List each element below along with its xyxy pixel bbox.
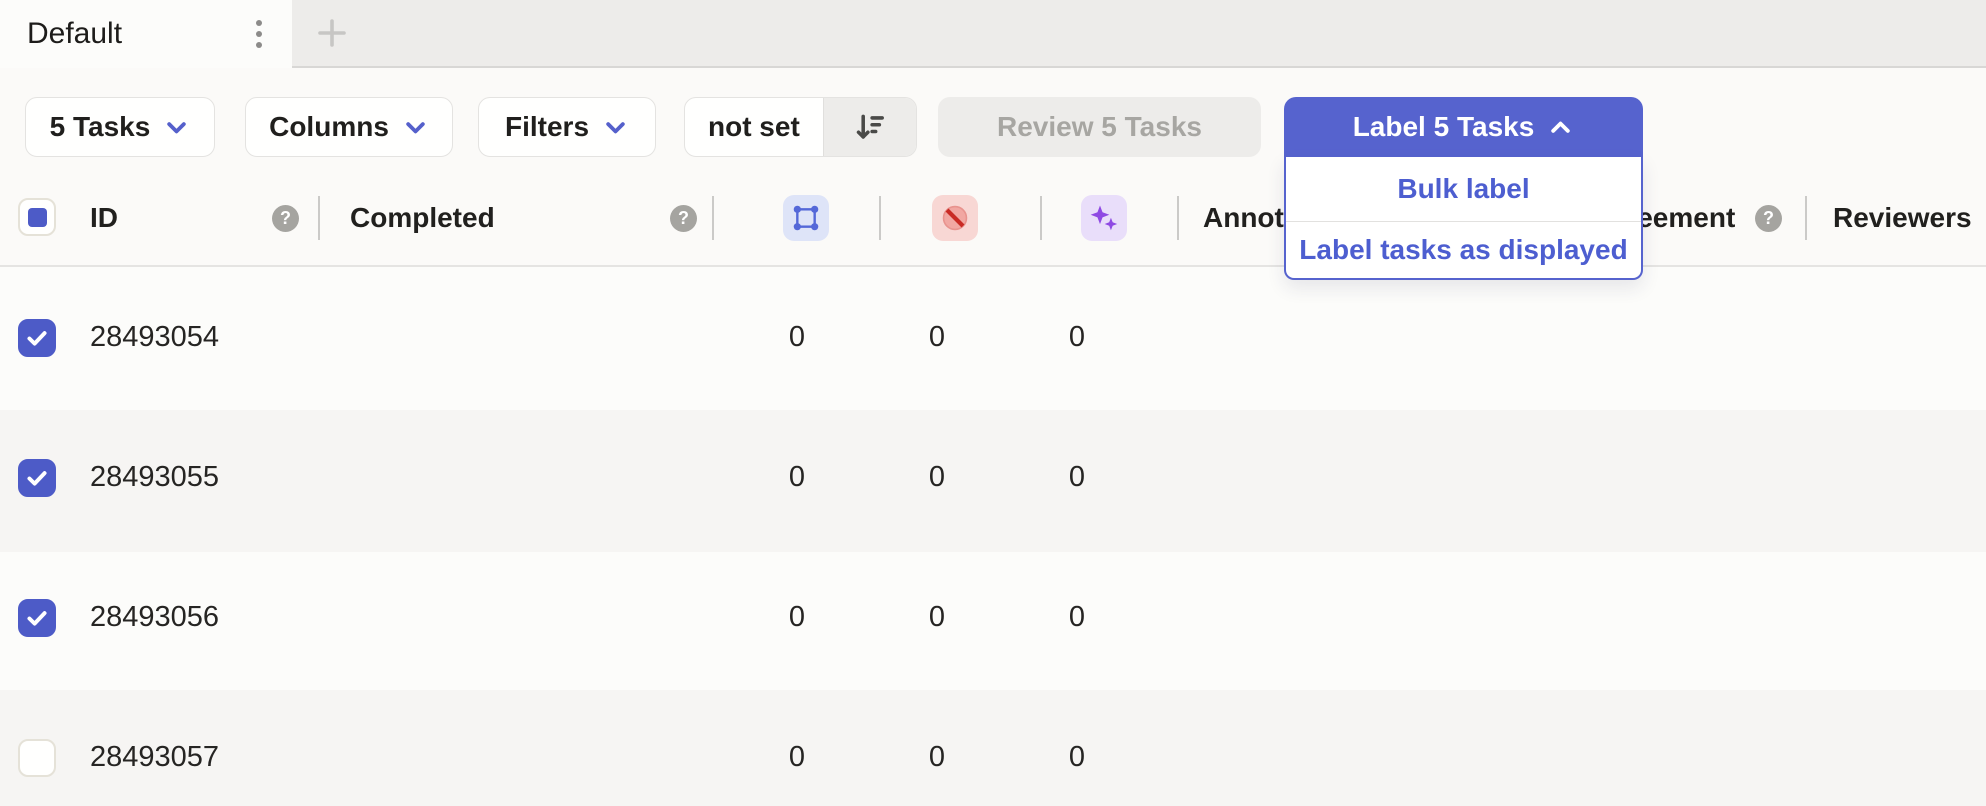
- tasks-count-dropdown[interactable]: 5 Tasks: [25, 97, 215, 157]
- column-divider: [1040, 196, 1042, 240]
- review-tasks-label: Review 5 Tasks: [997, 111, 1202, 143]
- task-id: 28493057: [90, 741, 219, 774]
- row-checkbox[interactable]: [18, 599, 56, 637]
- tab-default-label: Default: [27, 17, 122, 51]
- menu-item-bulk-label[interactable]: Bulk label: [1286, 157, 1641, 221]
- column-divider: [879, 196, 881, 240]
- select-all-checkbox[interactable]: [18, 198, 56, 236]
- review-tasks-button[interactable]: Review 5 Tasks: [938, 97, 1261, 157]
- tab-bar: Default: [0, 0, 1986, 68]
- plus-icon: [314, 15, 350, 51]
- table-row[interactable]: 28493056 0 0 0: [0, 552, 1986, 690]
- row-checkbox[interactable]: [18, 459, 56, 497]
- ordering-value-button[interactable]: not set: [685, 98, 823, 156]
- row-checkbox[interactable]: [18, 319, 56, 357]
- columns-label: Columns: [269, 111, 389, 143]
- chevron-up-icon: [1547, 114, 1574, 141]
- cancelled-count: 0: [897, 461, 977, 494]
- predictions-count: 0: [1037, 741, 1117, 774]
- cancelled-count: 0: [897, 321, 977, 354]
- sort-descending-icon: [853, 110, 887, 144]
- table-row[interactable]: 28493055 0 0 0: [0, 410, 1986, 552]
- annotations-count: 0: [757, 321, 837, 354]
- chevron-down-icon: [602, 114, 629, 141]
- cancelled-count: 0: [897, 741, 977, 774]
- tasks-count-label: 5 Tasks: [50, 111, 151, 143]
- columns-dropdown[interactable]: Columns: [245, 97, 453, 157]
- column-divider: [1805, 196, 1807, 240]
- chevron-down-icon: [163, 114, 190, 141]
- task-id: 28493055: [90, 461, 219, 494]
- column-divider: [712, 196, 714, 240]
- label-tasks-button[interactable]: Label 5 Tasks: [1284, 97, 1643, 157]
- agreement-help-icon[interactable]: ?: [1755, 205, 1782, 232]
- completed-help-icon[interactable]: ?: [670, 205, 697, 232]
- table-row[interactable]: 28493054 0 0 0: [0, 267, 1986, 410]
- indeterminate-mark: [28, 208, 47, 227]
- column-divider: [318, 196, 320, 240]
- tab-options-kebab-icon[interactable]: [244, 15, 274, 53]
- table-row[interactable]: 28493057 0 0 0: [0, 690, 1986, 806]
- filters-label: Filters: [505, 111, 589, 143]
- annotation-results-column-icon[interactable]: [783, 195, 829, 241]
- column-header-reviewers[interactable]: Reviewers: [1833, 170, 1972, 265]
- chevron-down-icon: [402, 114, 429, 141]
- label-tasks-label: Label 5 Tasks: [1353, 111, 1535, 143]
- menu-item-label-tasks-as-displayed[interactable]: Label tasks as displayed: [1286, 222, 1641, 278]
- ordering-control: not set: [684, 97, 917, 157]
- column-divider: [1177, 196, 1179, 240]
- predictions-count: 0: [1037, 601, 1117, 634]
- column-header-completed[interactable]: Completed: [350, 170, 495, 265]
- row-checkbox[interactable]: [18, 739, 56, 777]
- filters-dropdown[interactable]: Filters: [478, 97, 656, 157]
- task-manager-screen: Default 5 Tasks Columns Filters: [0, 0, 1986, 806]
- task-id: 28493056: [90, 601, 219, 634]
- annotations-count: 0: [757, 741, 837, 774]
- toolbar: 5 Tasks Columns Filters not set: [0, 68, 1986, 170]
- predictions-column-icon[interactable]: [1081, 195, 1127, 241]
- table-header: ID ? Completed ?: [0, 170, 1986, 267]
- cancelled-count: 0: [897, 601, 977, 634]
- label-tasks-menu: Bulk label Label tasks as displayed: [1284, 157, 1643, 280]
- predictions-count: 0: [1037, 321, 1117, 354]
- add-tab-button[interactable]: [296, 0, 368, 66]
- predictions-count: 0: [1037, 461, 1117, 494]
- column-header-id[interactable]: ID: [90, 170, 118, 265]
- task-id: 28493054: [90, 321, 219, 354]
- annotations-count: 0: [757, 461, 837, 494]
- annotations-count: 0: [757, 601, 837, 634]
- id-help-icon[interactable]: ?: [272, 205, 299, 232]
- cancelled-annotations-column-icon[interactable]: [932, 195, 978, 241]
- sort-direction-button[interactable]: [823, 98, 916, 156]
